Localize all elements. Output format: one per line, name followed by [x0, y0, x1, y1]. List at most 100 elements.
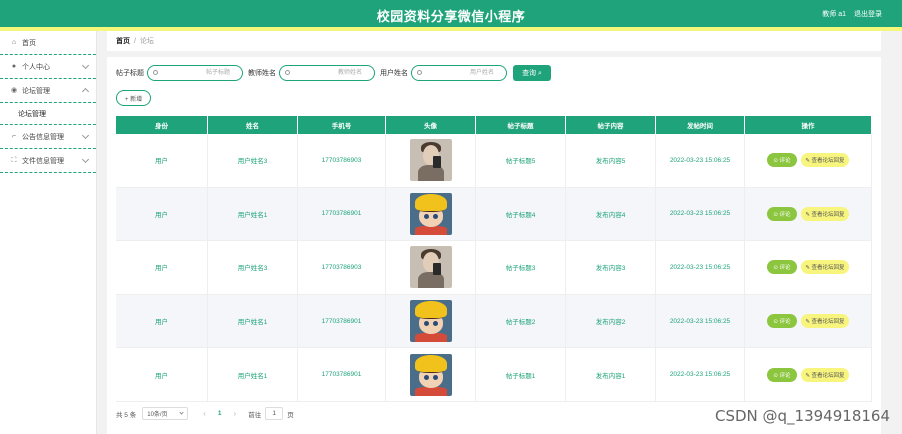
page-size-value: 10条/页 — [147, 412, 168, 418]
cell-content: 发布内容3 — [566, 241, 656, 294]
main-content: 首页 / 论坛 帖子标题 帖子标题 教师姓名 教师姓名 用户姓名 用户姓名 查询… — [107, 31, 881, 434]
goto-label: 前往 — [248, 411, 262, 419]
chevron-down-icon — [179, 410, 184, 415]
add-button[interactable]: + 新增 — [116, 90, 151, 106]
page-number[interactable]: 1 — [218, 410, 222, 417]
avatar[interactable] — [409, 300, 452, 343]
cell-role: 用户 — [116, 294, 208, 348]
cell-role: 用户 — [116, 348, 208, 401]
sidebar-item-profile[interactable]: ● 个人中心 — [0, 55, 96, 79]
app-title: 校园资料分享微信小程序 — [376, 9, 526, 24]
sidebar-item-label: 论坛管理 — [22, 87, 50, 95]
header-title[interactable]: 帖子标题 — [476, 116, 566, 134]
cell-name: 用户姓名3 — [208, 241, 298, 294]
logout-link[interactable]: 退出登录 — [854, 9, 882, 19]
cell-content: 发布内容5 — [566, 134, 656, 187]
chevron-up-icon — [81, 87, 90, 96]
cell-role: 用户 — [116, 187, 208, 241]
avatar[interactable] — [409, 246, 452, 289]
view-replies-button[interactable]: ✎ 查看论坛回复 — [801, 367, 849, 382]
cell-actions: ⊙ 评论 ✎ 查看论坛回复 — [745, 134, 872, 187]
cell-title: 帖子标题3 — [476, 241, 566, 294]
cell-content: 发布内容2 — [566, 294, 656, 348]
sidebar-item-label: 文件信息管理 — [22, 157, 64, 165]
query-button[interactable]: 查询 ⌕ — [513, 65, 551, 81]
breadcrumb-separator: / — [134, 37, 136, 45]
teacher-placeholder: 教师姓名 — [338, 70, 363, 76]
cell-phone: 17703786901 — [298, 294, 386, 348]
title-search-input[interactable]: 帖子标题 — [147, 65, 243, 81]
table-row: 用户 用户姓名3 17703786903 帖子标题5 发布内容5 2022-03-23 1… — [116, 134, 872, 188]
header-content[interactable]: 帖子内容 — [566, 116, 656, 134]
header-name[interactable]: 姓名 — [208, 116, 298, 134]
cell-name: 用户姓名1 — [208, 187, 298, 241]
user-search-input[interactable]: 用户姓名 — [411, 65, 507, 81]
cell-role: 用户 — [116, 241, 208, 294]
cell-content: 发布内容4 — [566, 187, 656, 241]
table-row: 用户 用户姓名1 17703786901 帖子标题4 发布内容4 2022-03-23 1… — [116, 187, 872, 242]
avatar[interactable] — [409, 353, 452, 396]
search-icon — [285, 70, 290, 75]
sidebar-item-label: 公告信息管理 — [22, 133, 64, 141]
sidebar-item-files[interactable]: ⛶ 文件信息管理 — [0, 149, 96, 173]
watermark: CSDN @q_1394918164 — [715, 407, 890, 425]
cell-title: 帖子标题5 — [476, 134, 566, 187]
comment-button[interactable]: ⊙ 评论 — [767, 314, 797, 329]
cell-name: 用户姓名1 — [208, 294, 298, 348]
cell-avatar — [386, 241, 476, 294]
view-replies-button[interactable]: ✎ 查看论坛回复 — [801, 153, 849, 168]
forum-table: 身份 姓名 手机号 头像 帖子标题 帖子内容 发帖时间 操作 用户 用户姓名3 17… — [116, 116, 872, 402]
next-page-button[interactable]: › — [234, 409, 237, 418]
search-icon — [153, 70, 158, 75]
cell-phone: 17703786901 — [298, 348, 386, 401]
sidebar-item-forum[interactable]: ◉ 论坛管理 — [0, 79, 96, 103]
content-panel: 帖子标题 帖子标题 教师姓名 教师姓名 用户姓名 用户姓名 查询 ⌕ + 新增 … — [107, 57, 881, 434]
view-replies-button[interactable]: ✎ 查看论坛回复 — [801, 314, 849, 329]
cell-phone: 17703786903 — [298, 134, 386, 187]
comment-button[interactable]: ⊙ 评论 — [767, 206, 797, 221]
teacher-search-input[interactable]: 教师姓名 — [279, 65, 375, 81]
user-icon: ● — [11, 62, 17, 70]
header-time[interactable]: 发帖时间 — [656, 116, 745, 134]
header-actions: 操作 — [745, 116, 872, 134]
view-replies-button[interactable]: ✎ 查看论坛回复 — [801, 206, 849, 221]
header-phone[interactable]: 手机号 — [298, 116, 386, 134]
page-size-select[interactable]: 10条/页 — [142, 407, 189, 420]
cell-role: 用户 — [116, 134, 208, 187]
table-row: 用户 用户姓名1 17703786901 帖子标题1 发布内容1 2022-03-23 1… — [116, 348, 872, 402]
location-icon: ◉ — [10, 86, 18, 94]
table-body: 用户 用户姓名3 17703786903 帖子标题5 发布内容5 2022-03-23 1… — [116, 134, 872, 402]
breadcrumb: 首页 / 论坛 — [107, 31, 881, 51]
search-bar: 帖子标题 帖子标题 教师姓名 教师姓名 用户姓名 用户姓名 查询 ⌕ — [116, 65, 551, 81]
avatar[interactable] — [409, 192, 452, 235]
sidebar-item-notice[interactable]: ⌐ 公告信息管理 — [0, 125, 96, 149]
sidebar-subitem-forum[interactable]: 论坛管理 — [0, 103, 96, 125]
prev-page-button[interactable]: ‹ — [203, 409, 206, 418]
page-unit: 页 — [287, 411, 294, 419]
current-user[interactable]: 教师 a1 — [822, 9, 846, 19]
comment-button[interactable]: ⊙ 评论 — [767, 153, 797, 168]
fullscreen-icon: ⛶ — [11, 156, 17, 164]
cell-avatar — [386, 348, 476, 401]
chevron-down-icon — [81, 155, 90, 164]
total-count: 共 5 条 — [116, 411, 137, 419]
cell-time: 2022-03-23 15:06:25 — [656, 134, 745, 187]
header-avatar[interactable]: 头像 — [386, 116, 476, 134]
cell-time: 2022-03-23 15:06:25 — [656, 187, 745, 241]
user-placeholder: 用户姓名 — [470, 70, 495, 76]
table-row: 用户 用户姓名3 17703786903 帖子标题3 发布内容3 2022-03-23 1… — [116, 241, 872, 295]
jump-input[interactable]: 1 — [265, 407, 284, 420]
view-replies-button[interactable]: ✎ 查看论坛回复 — [801, 260, 849, 275]
header-role[interactable]: 身份 — [116, 116, 208, 134]
comment-button[interactable]: ⊙ 评论 — [767, 367, 797, 382]
search-icon — [417, 70, 422, 75]
cell-avatar — [386, 187, 476, 241]
avatar[interactable] — [409, 139, 452, 182]
cell-time: 2022-03-23 15:06:25 — [656, 348, 745, 401]
chevron-down-icon — [81, 131, 90, 140]
breadcrumb-home[interactable]: 首页 — [116, 36, 130, 46]
cell-phone: 17703786901 — [298, 187, 386, 241]
comment-button[interactable]: ⊙ 评论 — [767, 260, 797, 275]
cell-actions: ⊙ 评论 ✎ 查看论坛回复 — [745, 348, 872, 401]
sidebar-item-home[interactable]: ⌂ 首页 — [0, 31, 96, 55]
